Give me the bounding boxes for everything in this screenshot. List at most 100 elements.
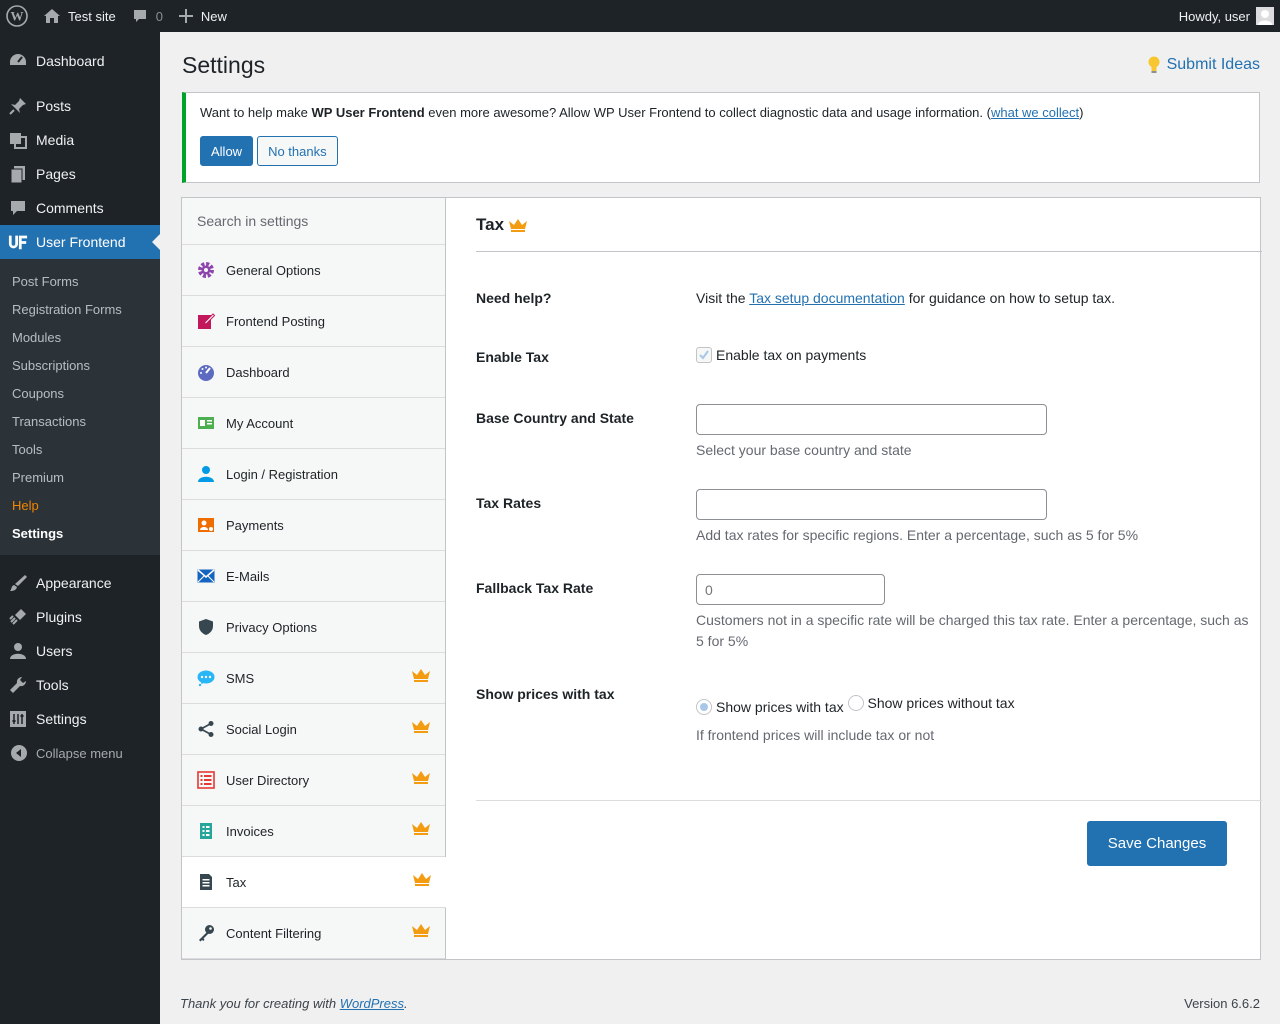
users-icon — [8, 641, 28, 661]
base-country-input[interactable] — [696, 404, 1047, 435]
tracking-notice: Want to help make WP User Frontend even … — [182, 92, 1260, 183]
menu-tools[interactable]: Tools — [0, 668, 160, 702]
page-title: Settings — [182, 52, 266, 78]
menu-dashboard[interactable]: Dashboard — [0, 44, 160, 78]
user-frontend-submenu: Post Forms Registration Forms Modules Su… — [0, 259, 160, 555]
menu-comments[interactable]: Comments — [0, 191, 160, 225]
submenu-settings[interactable]: Settings — [0, 519, 160, 547]
submit-ideas-link[interactable]: Submit Ideas — [1147, 56, 1260, 74]
menu-plugins[interactable]: Plugins — [0, 600, 160, 634]
nav-tax[interactable]: Tax — [182, 857, 446, 908]
submenu-coupons[interactable]: Coupons — [0, 379, 160, 407]
settings-icon — [8, 709, 28, 729]
wrench-icon — [8, 675, 28, 695]
show-prices-with-tax-radio[interactable] — [696, 699, 712, 715]
nav-social-login[interactable]: Social Login — [182, 704, 445, 755]
wordpress-link[interactable]: WordPress — [340, 996, 404, 1011]
collapse-menu-button[interactable]: Collapse menu — [0, 736, 160, 770]
howdy-user-link[interactable]: Howdy, user — [1179, 9, 1250, 24]
submenu-post-forms[interactable]: Post Forms — [0, 267, 160, 295]
what-we-collect-link[interactable]: what we collect — [991, 105, 1079, 120]
menu-appearance[interactable]: Appearance — [0, 566, 160, 600]
comment-icon — [8, 198, 28, 218]
pro-crown-icon — [411, 769, 431, 788]
list-icon — [197, 771, 215, 789]
nav-payments[interactable]: Payments — [182, 500, 445, 551]
pro-crown-icon — [411, 922, 431, 941]
lightbulb-icon — [1147, 56, 1167, 74]
id-card-icon — [197, 414, 215, 432]
pro-crown-icon — [411, 718, 431, 737]
gear-icon — [197, 261, 215, 279]
enable-tax-checkbox[interactable] — [696, 347, 712, 363]
enable-tax-checkbox-label[interactable]: Enable tax on payments — [716, 347, 866, 363]
submenu-modules[interactable]: Modules — [0, 323, 160, 351]
admin-bar: W Test site 0 New Howdy, user — [0, 0, 1280, 32]
user-frontend-icon — [8, 232, 28, 252]
nav-dashboard[interactable]: Dashboard — [182, 347, 445, 398]
tax-rates-input[interactable] — [696, 489, 1047, 520]
fallback-tax-input[interactable] — [696, 574, 885, 605]
allow-button[interactable]: Allow — [200, 136, 254, 166]
show-prices-without-tax-radio[interactable] — [847, 695, 864, 711]
show-prices-with-tax-option[interactable]: Show prices with tax — [696, 696, 844, 718]
shield-icon — [197, 618, 215, 636]
menu-pages[interactable]: Pages — [0, 157, 160, 191]
nav-user-directory[interactable]: User Directory — [182, 755, 445, 806]
settings-nav: Search in settings General Options Front… — [182, 198, 446, 959]
submenu-premium[interactable]: Premium — [0, 463, 160, 491]
share-icon — [197, 720, 215, 738]
fallback-tax-description: Customers not in a specific rate will be… — [696, 612, 1249, 649]
enable-tax-label: Enable Tax — [476, 349, 549, 365]
notice-brand: WP User Frontend — [311, 105, 425, 120]
new-label: New — [200, 8, 227, 24]
nav-frontend-posting[interactable]: Frontend Posting — [182, 296, 445, 347]
site-name: Test site — [68, 8, 116, 24]
key-icon — [197, 924, 215, 942]
avatar[interactable] — [1256, 7, 1274, 25]
collapse-arrow-icon — [10, 744, 28, 762]
save-changes-button[interactable]: Save Changes — [1087, 821, 1227, 866]
panel-title: Tax — [476, 198, 1262, 252]
tax-rates-label: Tax Rates — [476, 495, 542, 511]
wordpress-logo-icon[interactable]: W — [0, 0, 35, 32]
nav-emails[interactable]: E-Mails — [182, 551, 445, 602]
payment-icon — [197, 516, 215, 534]
menu-user-frontend[interactable]: User Frontend — [0, 225, 160, 259]
document-icon — [197, 873, 215, 891]
submenu-transactions[interactable]: Transactions — [0, 407, 160, 435]
nav-privacy-options[interactable]: Privacy Options — [182, 602, 445, 653]
menu-users[interactable]: Users — [0, 634, 160, 668]
need-help-text: Visit the Tax setup documentation for gu… — [696, 290, 1115, 306]
envelope-icon — [197, 567, 215, 585]
submenu-help[interactable]: Help — [0, 491, 160, 519]
panel-divider — [476, 800, 1262, 801]
site-name-link[interactable]: Test site — [35, 0, 124, 32]
no-thanks-button[interactable]: No thanks — [257, 136, 338, 166]
comment-bubble-icon — [132, 8, 148, 24]
submenu-tools[interactable]: Tools — [0, 435, 160, 463]
footer-version: Version 6.6.2 — [1184, 996, 1260, 1011]
menu-posts[interactable]: Posts — [0, 89, 160, 123]
menu-settings[interactable]: Settings — [0, 702, 160, 736]
show-prices-without-tax-option[interactable]: Show prices without tax — [847, 692, 1015, 714]
plugin-icon — [8, 607, 28, 627]
settings-search-input[interactable]: Search in settings — [182, 198, 445, 245]
submenu-registration-forms[interactable]: Registration Forms — [0, 295, 160, 323]
tax-docs-link[interactable]: Tax setup documentation — [749, 290, 905, 306]
menu-media[interactable]: Media — [0, 123, 160, 157]
submenu-subscriptions[interactable]: Subscriptions — [0, 351, 160, 379]
user-icon — [197, 465, 215, 483]
new-content-link[interactable]: New — [171, 0, 235, 32]
nav-content-filtering[interactable]: Content Filtering — [182, 908, 445, 959]
show-prices-description: If frontend prices will include tax or n… — [696, 727, 935, 743]
nav-general-options[interactable]: General Options — [182, 245, 445, 296]
nav-my-account[interactable]: My Account — [182, 398, 445, 449]
settings-container: Search in settings General Options Front… — [181, 197, 1262, 960]
comments-link[interactable]: 0 — [124, 0, 171, 32]
svg-text:W: W — [11, 9, 24, 24]
nav-login-registration[interactable]: Login / Registration — [182, 449, 445, 500]
need-help-label: Need help? — [476, 290, 552, 306]
nav-invoices[interactable]: Invoices — [182, 806, 445, 857]
nav-sms[interactable]: SMS — [182, 653, 445, 704]
